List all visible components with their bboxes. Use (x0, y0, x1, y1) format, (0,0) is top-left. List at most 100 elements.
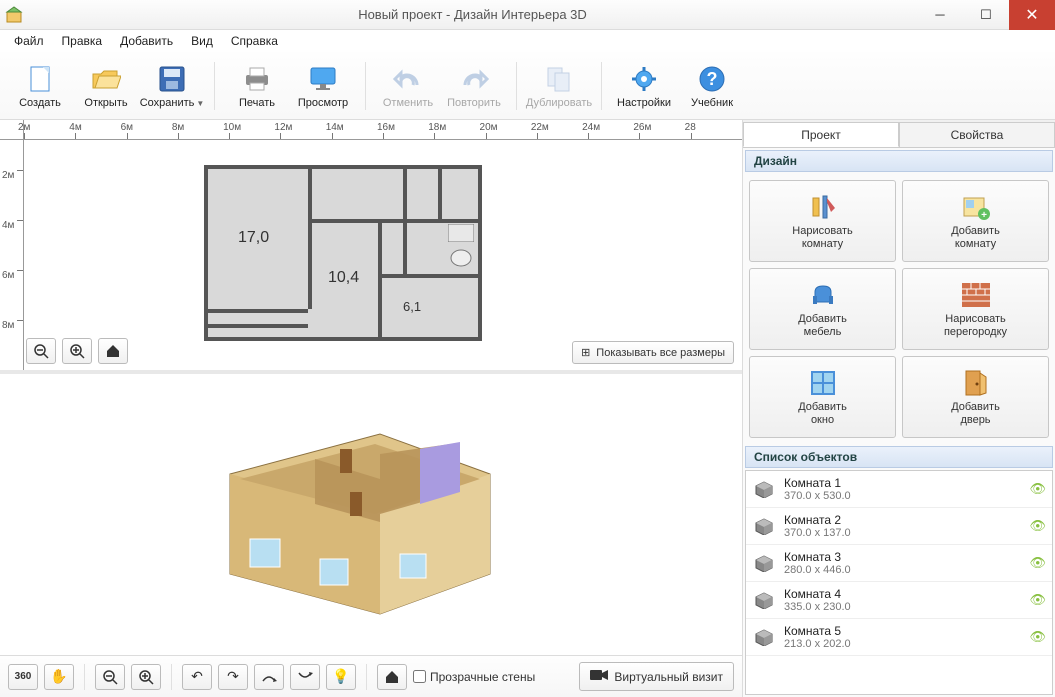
room-plus-icon: + (961, 193, 991, 221)
zoom-in-3d-button[interactable] (131, 664, 161, 690)
add-furniture-button[interactable]: Добавить мебель (749, 268, 896, 350)
zoom-in-2d-button[interactable] (62, 338, 92, 364)
menu-file[interactable]: Файл (6, 32, 52, 50)
tab-properties[interactable]: Свойства (899, 122, 1055, 147)
toolbar: Создать Открыть Сохранить▼ Печать Просмо… (0, 52, 1055, 120)
room-area-2: 10,4 (328, 269, 359, 287)
print-button[interactable]: Печать (225, 55, 289, 117)
object-name: Комната 4 (784, 587, 1021, 601)
open-button[interactable]: Открыть (74, 55, 138, 117)
home-3d-button[interactable] (377, 664, 407, 690)
svg-text:+: + (981, 210, 987, 220)
pencil-ruler-icon (808, 193, 838, 221)
visibility-eye-icon[interactable]: 👁 (1029, 592, 1046, 608)
zoom-out-2d-button[interactable] (26, 338, 56, 364)
undo-icon (392, 63, 424, 95)
home-2d-button[interactable] (98, 338, 128, 364)
draw-partition-button[interactable]: Нарисовать перегородку (902, 268, 1049, 350)
menu-view[interactable]: Вид (183, 32, 221, 50)
list-item[interactable]: Комната 3280.0 x 446.0 👁 (746, 545, 1052, 582)
draw-room-button[interactable]: Нарисовать комнату (749, 180, 896, 262)
bottom-toolbar: 360 ✋ ↶ ↷ 💡 Прозрачные стены Виртуальный… (0, 655, 742, 697)
pan-button[interactable]: ✋ (44, 664, 74, 690)
redo-button[interactable]: Повторить (442, 55, 506, 117)
object-dims: 335.0 x 230.0 (784, 601, 1021, 613)
armchair-icon (808, 281, 838, 309)
object-dims: 370.0 x 530.0 (784, 490, 1021, 502)
visibility-eye-icon[interactable]: 👁 (1029, 481, 1046, 497)
view-2d[interactable]: 2м4м 6м8м 10м12м 14м16м 18м20м 22м24м 26… (0, 120, 742, 370)
visibility-eye-icon[interactable]: 👁 (1029, 555, 1046, 571)
list-item[interactable]: Комната 4335.0 x 230.0 👁 (746, 582, 1052, 619)
room-cube-icon (752, 479, 776, 499)
list-item[interactable]: Комната 5213.0 x 202.0 👁 (746, 619, 1052, 656)
titlebar: Новый проект - Дизайн Интерьера 3D ─ ☐ ✕ (0, 0, 1055, 30)
add-door-button[interactable]: Добавить дверь (902, 356, 1049, 438)
tilt-down-button[interactable] (290, 664, 320, 690)
window-icon (808, 369, 838, 397)
room-cube-icon (752, 590, 776, 610)
redo-icon (458, 63, 490, 95)
minimize-button[interactable]: ─ (917, 0, 963, 30)
settings-button[interactable]: Настройки (612, 55, 676, 117)
maximize-button[interactable]: ☐ (963, 0, 1009, 30)
object-name: Комната 2 (784, 513, 1021, 527)
monitor-icon (307, 63, 339, 95)
help-icon: ? (696, 63, 728, 95)
show-dimensions-button[interactable]: ⊞ Показывать все размеры (572, 341, 734, 364)
rotate-right-button[interactable]: ↷ (218, 664, 248, 690)
menu-edit[interactable]: Правка (54, 32, 111, 50)
room-cube-icon (752, 627, 776, 647)
tilt-up-button[interactable] (254, 664, 284, 690)
objects-header: Список объектов (745, 446, 1053, 468)
create-button[interactable]: Создать (8, 55, 72, 117)
app-icon (0, 6, 28, 24)
ruler-horizontal: 2м4м 6м8м 10м12м 14м16м 18м20м 22м24м 26… (24, 120, 742, 140)
list-item[interactable]: Комната 2370.0 x 137.0 👁 (746, 508, 1052, 545)
save-button[interactable]: Сохранить▼ (140, 55, 204, 117)
preview-button[interactable]: Просмотр (291, 55, 355, 117)
menu-add[interactable]: Добавить (112, 32, 181, 50)
virtual-visit-button[interactable]: Виртуальный визит (579, 662, 734, 691)
object-dims: 280.0 x 446.0 (784, 564, 1021, 576)
floorplan[interactable]: 17,0 10,4 6,1 (204, 165, 482, 341)
design-header: Дизайн (745, 150, 1053, 172)
transparent-walls-checkbox[interactable]: Прозрачные стены (413, 670, 535, 684)
room-area-1: 17,0 (238, 229, 269, 247)
new-file-icon (24, 63, 56, 95)
add-window-button[interactable]: Добавить окно (749, 356, 896, 438)
side-panel: Проект Свойства Дизайн Нарисовать комнат… (743, 120, 1055, 697)
zoom-out-3d-button[interactable] (95, 664, 125, 690)
room-cube-icon (752, 553, 776, 573)
visibility-eye-icon[interactable]: 👁 (1029, 629, 1046, 645)
view-3d[interactable] (0, 374, 742, 655)
object-dims: 370.0 x 137.0 (784, 527, 1021, 539)
house-3d (220, 394, 500, 624)
duplicate-button[interactable]: Дублировать (527, 55, 591, 117)
close-button[interactable]: ✕ (1009, 0, 1055, 30)
add-room-button[interactable]: + Добавить комнату (902, 180, 1049, 262)
object-list[interactable]: Комната 1370.0 x 530.0👁Комната 2370.0 x … (745, 470, 1053, 695)
object-name: Комната 3 (784, 550, 1021, 564)
folder-open-icon (90, 63, 122, 95)
dropdown-icon: ▼ (196, 99, 204, 108)
rotate-left-button[interactable]: ↶ (182, 664, 212, 690)
undo-button[interactable]: Отменить (376, 55, 440, 117)
menubar: Файл Правка Добавить Вид Справка (0, 30, 1055, 52)
visibility-eye-icon[interactable]: 👁 (1029, 518, 1046, 534)
tutorial-button[interactable]: ? Учебник (680, 55, 744, 117)
camera-icon (590, 669, 608, 684)
view-360-button[interactable]: 360 (8, 664, 38, 690)
list-item[interactable]: Комната 1370.0 x 530.0👁 (746, 471, 1052, 508)
object-name: Комната 5 (784, 624, 1021, 638)
room-area-3: 6,1 (403, 299, 421, 314)
lighting-button[interactable]: 💡 (326, 664, 356, 690)
floppy-icon (156, 63, 188, 95)
svg-text:?: ? (707, 69, 718, 89)
ruler-vertical: 2м 4м 6м 8м (0, 140, 24, 370)
object-dims: 213.0 x 202.0 (784, 638, 1021, 650)
tab-project[interactable]: Проект (743, 122, 899, 147)
window-title: Новый проект - Дизайн Интерьера 3D (28, 7, 917, 22)
room-cube-icon (752, 516, 776, 536)
menu-help[interactable]: Справка (223, 32, 286, 50)
